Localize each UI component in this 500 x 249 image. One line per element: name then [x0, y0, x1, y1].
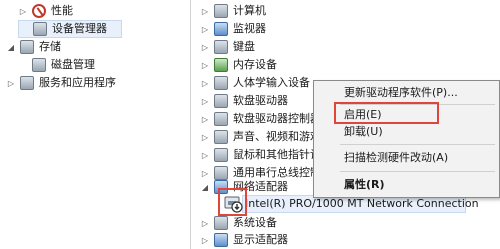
expand-arrow-icon[interactable]: ▷	[200, 114, 210, 124]
expand-arrow-icon[interactable]: ▷	[6, 78, 16, 88]
disk-icon	[32, 58, 46, 72]
floppy-icon	[214, 94, 228, 108]
storage-icon	[20, 40, 34, 54]
performance-icon	[32, 4, 46, 18]
expand-arrow-icon[interactable]: ▷	[200, 132, 210, 142]
device-category-hid[interactable]: ▷ 人体学输入设备	[200, 74, 310, 92]
expand-arrow-icon[interactable]: ▷	[200, 235, 210, 245]
device-category-computer[interactable]: ▷ 计算机	[200, 2, 266, 20]
expand-arrow-icon[interactable]: ▷	[200, 24, 210, 34]
expand-arrow-icon[interactable]: ▷	[200, 168, 210, 178]
expand-arrow-icon[interactable]: ▷	[200, 218, 210, 228]
nic-icon-highlight	[218, 188, 247, 216]
expand-arrow-icon[interactable]: ▷	[200, 78, 210, 88]
expand-arrow-icon[interactable]: ▷	[200, 96, 210, 106]
tree-item-disk-management[interactable]: 磁盘管理	[32, 56, 95, 74]
menu-update-driver[interactable]: 更新驱动程序软件(P)...	[344, 83, 458, 103]
expand-arrow-icon[interactable]: ▷	[200, 42, 210, 52]
device-category-display[interactable]: ▷ 显示适配器	[200, 231, 288, 249]
memory-icon	[214, 58, 228, 72]
menu-properties[interactable]: 属性(R)	[344, 175, 385, 195]
device-category-floppy-controller[interactable]: ▷ 软盘驱动器控制器	[200, 110, 321, 128]
mouse-icon	[214, 148, 228, 162]
services-icon	[20, 76, 34, 90]
keyboard-icon	[214, 40, 228, 54]
expand-arrow-icon[interactable]: ▷	[18, 6, 28, 16]
context-menu: 更新驱动程序软件(P)... 启用(E) 卸载(U) 扫描检测硬件改动(A) 属…	[313, 80, 500, 198]
hid-icon	[214, 76, 228, 90]
console-tree-pane: ▷ 性能 设备管理器 ◢ 存储 磁盘管理 ▷ 服务和应用程序	[0, 0, 190, 249]
menu-scan-hardware[interactable]: 扫描检测硬件改动(A)	[344, 148, 448, 168]
expand-arrow-icon[interactable]: ▷	[200, 150, 210, 160]
menu-separator	[340, 171, 495, 172]
tree-item-performance[interactable]: ▷ 性能	[18, 2, 73, 20]
device-manager-icon	[33, 22, 47, 36]
device-category-keyboard[interactable]: ▷ 键盘	[200, 38, 255, 56]
tree-item-services[interactable]: ▷ 服务和应用程序	[6, 74, 116, 92]
menu-uninstall[interactable]: 卸载(U)	[344, 122, 383, 142]
device-category-monitor[interactable]: ▷ 监视器	[200, 20, 266, 38]
tree-item-storage[interactable]: ◢ 存储	[6, 38, 61, 56]
expand-arrow-icon[interactable]: ▷	[200, 60, 210, 70]
collapse-arrow-icon[interactable]: ◢	[6, 42, 16, 52]
menu-separator	[340, 144, 495, 145]
collapse-arrow-icon[interactable]: ◢	[200, 182, 210, 192]
enable-highlight	[334, 102, 439, 124]
monitor-icon	[214, 22, 228, 36]
device-category-floppy[interactable]: ▷ 软盘驱动器	[200, 92, 288, 110]
sound-icon	[214, 130, 228, 144]
display-icon	[214, 233, 228, 247]
tree-item-device-manager[interactable]: 设备管理器	[18, 20, 122, 38]
device-category-memory[interactable]: ▷ 内存设备	[200, 56, 277, 74]
expand-arrow-icon[interactable]: ▷	[200, 6, 210, 16]
computer-icon	[214, 4, 228, 18]
system-icon	[214, 216, 228, 230]
device-category-system[interactable]: ▷ 系统设备	[200, 214, 277, 232]
floppy-controller-icon	[214, 112, 228, 126]
